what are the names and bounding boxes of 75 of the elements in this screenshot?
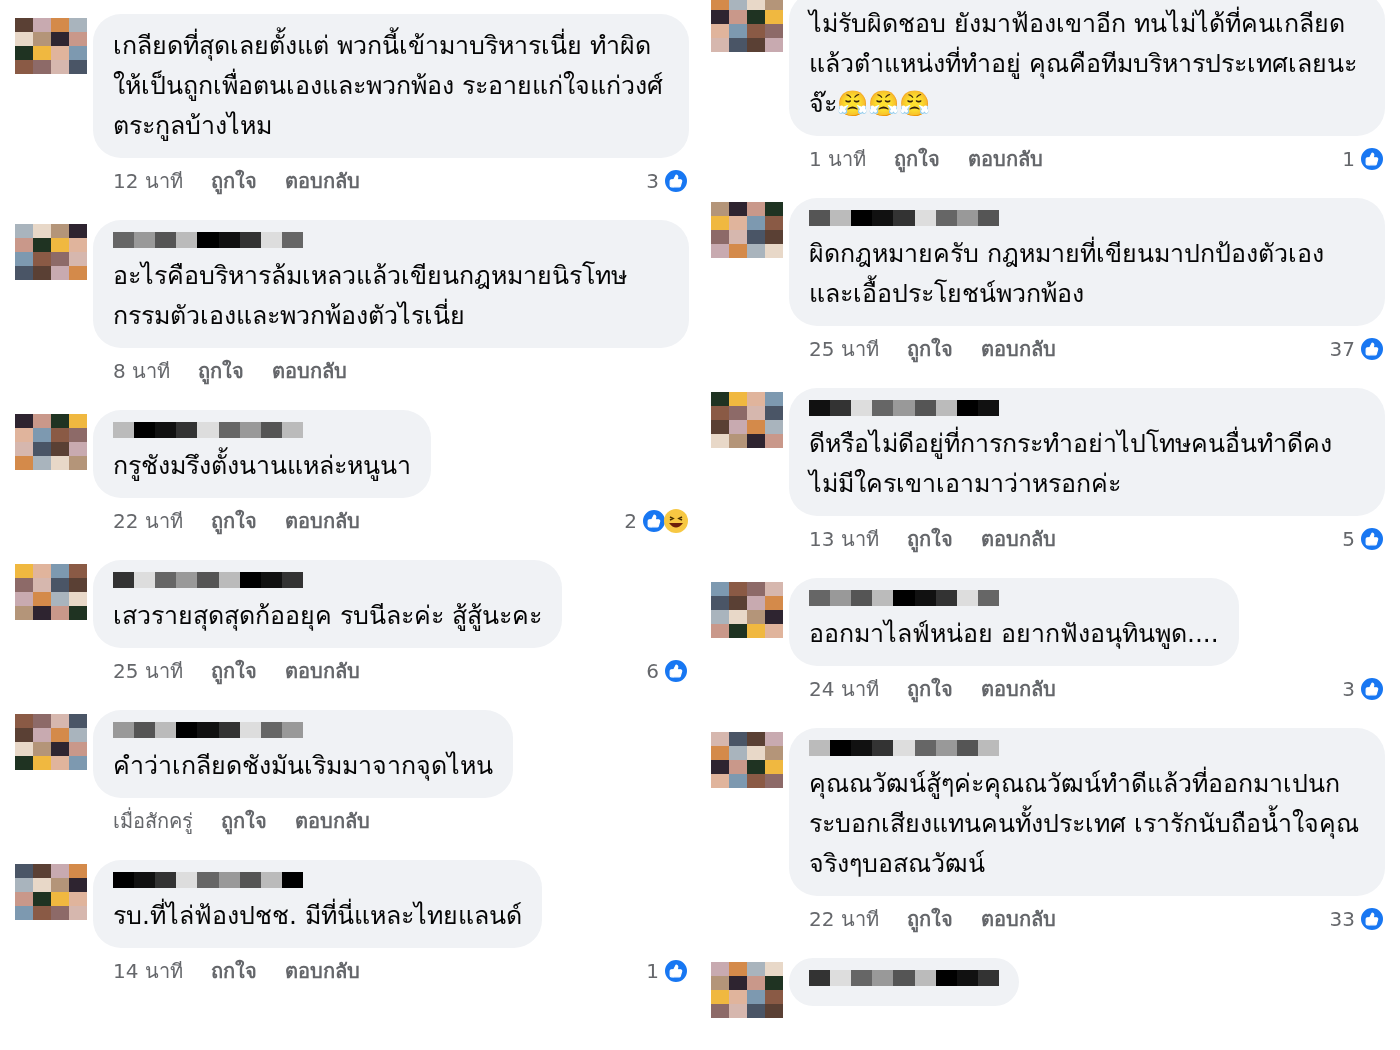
- reply-link[interactable]: ตอบกลับ: [980, 904, 1056, 934]
- reaction-count: 37: [1329, 336, 1355, 363]
- pixelated-avatar-placeholder: [711, 0, 783, 52]
- like-reaction-icon: [663, 958, 689, 984]
- comment-time: 12 นาที: [113, 168, 183, 195]
- reply-link[interactable]: ตอบกลับ: [284, 956, 360, 986]
- pixelated-avatar-placeholder: [711, 732, 783, 788]
- pixelated-avatar-placeholder: [711, 392, 783, 448]
- reply-link[interactable]: ตอบกลับ: [272, 356, 348, 386]
- pixelated-avatar-placeholder: [15, 564, 87, 620]
- pixelated-avatar-placeholder: [711, 202, 783, 258]
- pixelated-avatar-placeholder: [15, 864, 87, 920]
- like-reaction-icon: [641, 508, 667, 534]
- like-reaction-icon: [1359, 336, 1385, 362]
- comment-text: เกลียดที่สุดเลยตั้งแต่ พวกนี้เข้ามาบริหารเนี่ย ทำผิดให้เป็นถูกเพื่อตนเองและพวกพ้อง ระอายแก่ใจแก่วงศ์ตระกูลบ้างไหม: [113, 26, 669, 146]
- laughing-face-icon: [663, 508, 689, 534]
- pixelated-avatar-placeholder: [15, 224, 87, 280]
- like-link[interactable]: ถูกใจ: [906, 334, 953, 364]
- like-link[interactable]: ถูกใจ: [906, 904, 953, 934]
- like-link[interactable]: ถูกใจ: [894, 144, 941, 174]
- reply-link[interactable]: ตอบกลับ: [968, 144, 1044, 174]
- reply-link[interactable]: ตอบกลับ: [284, 506, 360, 536]
- like-link[interactable]: ถูกใจ: [210, 166, 257, 196]
- like-link[interactable]: ถูกใจ: [210, 656, 257, 686]
- comment-text: ออกมาไลฟ์หน่อย อยากฟังอนุทินพูด....: [809, 618, 1219, 651]
- like-reaction-icon: [1359, 906, 1385, 932]
- comment-text: เสวรายสุดสุดก้ออยุค รบนีละค่ะ สู้สู้นะคะ: [113, 600, 542, 633]
- comment-text: คำว่าเกลียดชังมันเริมมาจากจุดไหน: [113, 750, 493, 783]
- comment-time: 14 นาที: [113, 958, 183, 985]
- pixelated-avatar-placeholder: [15, 414, 87, 470]
- reaction-count: 1: [1342, 146, 1355, 173]
- comment-time: 25 นาที: [809, 336, 879, 363]
- like-reaction-icon: [1359, 146, 1385, 172]
- reaction-count: 3: [646, 168, 659, 195]
- reply-link[interactable]: ตอบกลับ: [284, 656, 360, 686]
- like-reaction-icon: [663, 658, 689, 684]
- comment-text: รบ.ที่ไล่ฟ้องปชช. มีที่นี่แหละไทยแลนด์: [113, 896, 522, 936]
- reply-link[interactable]: ตอบกลับ: [284, 166, 360, 196]
- reaction-count: 6: [646, 658, 659, 685]
- pixelated-avatar-placeholder: [711, 582, 783, 638]
- like-reaction-icon: [663, 168, 689, 194]
- reaction-count: 33: [1329, 906, 1355, 933]
- like-link[interactable]: ถูกใจ: [198, 356, 245, 386]
- reaction-count: 2: [624, 508, 637, 535]
- comment-time: 8 นาที: [113, 358, 171, 385]
- reaction-count: 1: [646, 958, 659, 985]
- like-link[interactable]: ถูกใจ: [210, 506, 257, 536]
- comment-time: 24 นาที: [809, 676, 879, 703]
- reaction-count: 3: [1342, 676, 1355, 703]
- comment-text: ดีหรือไม่ดีอยู่ที่การกระทำอย่าไปโทษคนอื่นทำดีคงไม่มีใครเขาเอามาว่าหรอกค่ะ: [809, 424, 1365, 504]
- reply-link[interactable]: ตอบกลับ: [295, 806, 370, 836]
- pixelated-avatar-placeholder: [15, 18, 87, 74]
- reply-link[interactable]: ตอบกลับ: [980, 334, 1056, 364]
- like-link[interactable]: ถูกใจ: [906, 674, 953, 704]
- comment-time: 22 นาที: [809, 906, 879, 933]
- like-reaction-icon: [1359, 676, 1385, 702]
- like-link[interactable]: ถูกใจ: [221, 806, 267, 836]
- like-reaction-icon: [1359, 526, 1385, 552]
- comment-text: ผิดกฎหมายครับ กฎหมายที่เขียนมาปกป้องตัวเองและเอื้อประโยชน์พวกพ้อง: [809, 234, 1365, 314]
- like-link[interactable]: ถกใจ: [210, 956, 257, 986]
- comment-time: 22 นาที: [113, 508, 183, 535]
- comment-text: อะไรคือบริหารล้มเหลวแล้วเขียนกฎหมายนิรโทษกรรมตัวเองและพวกพ้องตัวไรเนี่ย: [113, 260, 628, 332]
- comment-time: 1 นาที: [809, 146, 867, 173]
- reply-link[interactable]: ตอบกลับ: [980, 524, 1056, 554]
- comment-time: 13 นาที: [809, 526, 879, 553]
- comment-time: 25 นาที: [113, 658, 183, 685]
- pixelated-avatar-placeholder: [15, 714, 87, 770]
- comment-text: กรูชังมรึงตั้งนานแหล่ะหนูนา: [113, 446, 411, 486]
- comment-text: ไม่รับผิดชอบ ยังมาฟ้องเขาอีก ทนไม่ได้ที่คนเกลียด แล้วตำแหน่งที่ทำอยู่ คุณคือทีมบริหารประเทศเลยนะจ๊ะ😤😤😤: [809, 4, 1365, 124]
- reply-link[interactable]: ตอบกลับ: [980, 674, 1056, 704]
- comment-text: คุณณวัฒน์สู้ๆค่ะคุณณวัฒน์ทำดีแล้วที่ออกมาเปนกระบอกเสียงแทนคนทั้งประเทศ เรารักนับถือน้ำใจคุณจริงๆบอสณวัฒน์: [809, 764, 1365, 884]
- reaction-count: 5: [1342, 526, 1355, 553]
- comment-time: เมื่อสักครู่: [113, 806, 193, 836]
- pixelated-avatar-placeholder: [711, 962, 783, 1018]
- like-link[interactable]: ถูกใจ: [906, 524, 953, 554]
